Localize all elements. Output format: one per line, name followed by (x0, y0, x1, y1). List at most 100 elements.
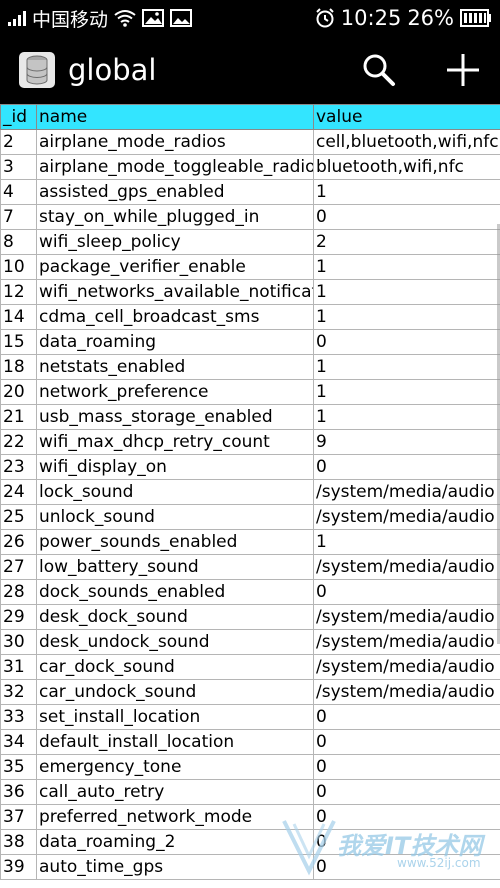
battery-icon (460, 9, 492, 27)
cell-id: 22 (0, 429, 37, 455)
cell-value: 0 (313, 579, 500, 605)
image-icon (170, 9, 193, 27)
cell-name: assisted_gps_enabled (36, 179, 314, 205)
search-icon (363, 54, 395, 86)
cell-name: wifi_networks_available_notification_on (36, 279, 314, 305)
cell-id: 27 (0, 554, 37, 580)
table-row[interactable]: 31 car_dock_sound/system/media/audio (0, 654, 500, 680)
table-row[interactable]: 36 call_auto_retry 0 (0, 779, 500, 805)
table-row[interactable]: 37 preferred_network_mode 0 (0, 804, 500, 830)
cell-value: 0 (313, 804, 500, 830)
cell-name: car_undock_sound (36, 679, 314, 705)
table-row[interactable]: 25 unlock_sound/system/media/audio (0, 504, 500, 530)
table-header-row: _id name value (0, 104, 500, 130)
action-bar: global (0, 36, 500, 104)
cell-id: 7 (0, 204, 37, 230)
cell-name: set_install_location (36, 704, 314, 730)
cell-id: 23 (0, 454, 37, 480)
cell-id: 3 (0, 154, 37, 180)
cell-name: unlock_sound (36, 504, 314, 530)
cell-value: /system/media/audio (313, 479, 500, 505)
table-row[interactable]: 2 airplane_mode_radios cell,bluetooth,wifi… (0, 129, 500, 155)
cell-id: 18 (0, 354, 37, 380)
cell-name: power_sounds_enabled (36, 529, 314, 555)
battery-percent: 26% (407, 6, 454, 30)
table-row[interactable]: 29 desk_dock_sound/system/media/audio (0, 604, 500, 630)
table-row[interactable]: 12wifi_networks_available_notification_o… (0, 279, 500, 305)
data-table: _id name value 2 airplane_mode_radios cell… (0, 104, 500, 880)
cell-name: airplane_mode_radios (36, 129, 314, 155)
cell-id: 39 (0, 854, 37, 880)
cell-value: 1 (313, 279, 500, 305)
table-row[interactable]: 23 wifi_display_on 0 (0, 454, 500, 480)
cell-name: data_roaming_2 (36, 829, 314, 855)
alarm-icon (315, 8, 335, 28)
cell-value: /system/media/audio (313, 504, 500, 530)
column-header-id[interactable]: _id (0, 104, 37, 130)
cell-id: 31 (0, 654, 37, 680)
table-row[interactable]: 27 low_battery_sound/system/media/audio (0, 554, 500, 580)
table-row[interactable]: 39 auto_time_gps 0 (0, 854, 500, 880)
cell-value: 1 (313, 379, 500, 405)
database-icon[interactable] (18, 51, 56, 89)
table-row[interactable]: 15 data_roaming 0 (0, 329, 500, 355)
table-row[interactable]: 32 car_undock_sound/system/media/audio (0, 679, 500, 705)
table-row[interactable]: 21 usb_mass_storage_enabled 1 (0, 404, 500, 430)
cell-name: data_roaming (36, 329, 314, 355)
table-row[interactable]: 10 package_verifier_enable 1 (0, 254, 500, 280)
add-button[interactable] (444, 51, 482, 89)
cell-value: 1 (313, 404, 500, 430)
table-row[interactable]: 28 dock_sounds_enabled 0 (0, 579, 500, 605)
cell-value: 0 (313, 704, 500, 730)
cell-value: 1 (313, 304, 500, 330)
column-header-name[interactable]: name (36, 104, 314, 130)
cell-value: 9 (313, 429, 500, 455)
cell-id: 8 (0, 229, 37, 255)
cell-name: cdma_cell_broadcast_sms (36, 304, 314, 330)
table-row[interactable]: 30 desk_undock_sound/system/media/audio (0, 629, 500, 655)
table-row[interactable]: 34 default_install_location 0 (0, 729, 500, 755)
cell-name: desk_undock_sound (36, 629, 314, 655)
cell-name: dock_sounds_enabled (36, 579, 314, 605)
table-row[interactable]: 18 netstats_enabled 1 (0, 354, 500, 380)
table-row[interactable]: 7 stay_on_while_plugged_in 0 (0, 204, 500, 230)
table-row[interactable]: 35 emergency_tone 0 (0, 754, 500, 780)
cell-value: 0 (313, 854, 500, 880)
table-row[interactable]: 3 airplane_mode_toggleable_radios bluetoot… (0, 154, 500, 180)
cell-name: usb_mass_storage_enabled (36, 404, 314, 430)
search-button[interactable] (360, 51, 398, 89)
table-row[interactable]: 33 set_install_location 0 (0, 704, 500, 730)
cell-value: /system/media/audio (313, 679, 500, 705)
cell-name: wifi_sleep_policy (36, 229, 314, 255)
table-row[interactable]: 38 data_roaming_2 0 (0, 829, 500, 855)
cell-value: 1 (313, 354, 500, 380)
cell-id: 28 (0, 579, 37, 605)
cell-id: 20 (0, 379, 37, 405)
cell-name: auto_time_gps (36, 854, 314, 880)
cell-value: cell,bluetooth,wifi,nfc (313, 129, 500, 155)
cell-value: 0 (313, 829, 500, 855)
cell-id: 24 (0, 479, 37, 505)
table-row[interactable]: 14 cdma_cell_broadcast_sms 1 (0, 304, 500, 330)
cell-id: 32 (0, 679, 37, 705)
table-row[interactable]: 22 wifi_max_dhcp_retry_count 9 (0, 429, 500, 455)
cell-id: 14 (0, 304, 37, 330)
table-row[interactable]: 8 wifi_sleep_policy 2 (0, 229, 500, 255)
table-row[interactable]: 20 network_preference 1 (0, 379, 500, 405)
cell-value: /system/media/audio (313, 629, 500, 655)
table-row[interactable]: 24 lock_sound/system/media/audio (0, 479, 500, 505)
page-title: global (68, 53, 157, 87)
signal-icon (8, 10, 26, 26)
column-header-value[interactable]: value (313, 104, 500, 130)
status-bar: 中国移动 10:25 26% (0, 0, 500, 36)
cell-name: desk_dock_sound (36, 604, 314, 630)
table-row[interactable]: 4 assisted_gps_enabled 1 (0, 179, 500, 205)
cell-id: 25 (0, 504, 37, 530)
cell-value: 0 (313, 329, 500, 355)
table-row[interactable]: 26 power_sounds_enabled 1 (0, 529, 500, 555)
cell-name: package_verifier_enable (36, 254, 314, 280)
data-table-container[interactable]: _id name value 2 airplane_mode_radios cell… (0, 104, 500, 888)
cell-id: 35 (0, 754, 37, 780)
cell-value: /system/media/audio (313, 554, 500, 580)
cell-value: 1 (313, 179, 500, 205)
